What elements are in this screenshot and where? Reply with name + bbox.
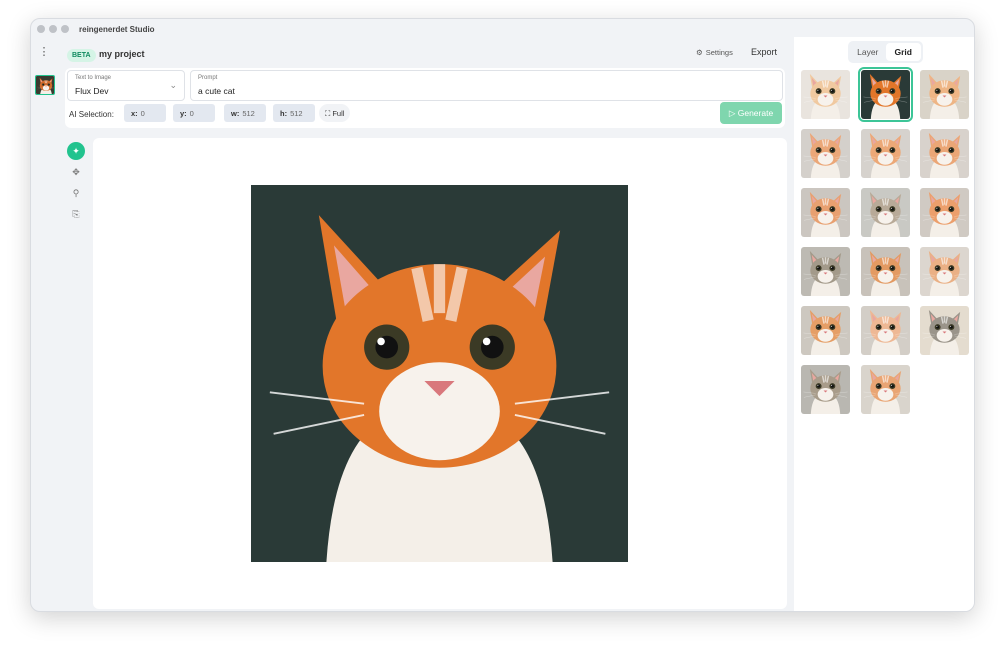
image-grid — [801, 67, 969, 414]
ai-sparkle-tool-icon[interactable]: ✦ — [67, 142, 85, 160]
cat-thumbnail-image — [801, 306, 850, 355]
mode-label: Text to Image — [75, 75, 112, 81]
canvas[interactable] — [93, 138, 787, 609]
tab-layer[interactable]: Layer — [850, 43, 886, 61]
project-name[interactable]: my project — [99, 49, 145, 59]
prompt-value: a cute cat — [198, 86, 235, 96]
cat-thumbnail-image — [860, 365, 910, 414]
cat-thumbnail-image — [920, 306, 969, 355]
beta-badge: BETA — [67, 49, 96, 62]
maximize-window-button[interactable] — [61, 25, 69, 33]
y-value: 0 — [189, 109, 194, 118]
generate-button[interactable]: ▷ Generate — [720, 102, 782, 124]
w-label: w: — [231, 109, 240, 118]
grid-thumbnail[interactable] — [801, 306, 850, 355]
grid-thumbnail[interactable] — [801, 70, 850, 119]
ai-selection-label: AI Selection: — [69, 110, 114, 119]
chevron-down-icon: ⌄ — [169, 80, 177, 90]
prompt-label: Prompt — [198, 75, 218, 81]
app-title: reingenerdet Studio — [79, 24, 155, 34]
tab-grid[interactable]: Grid — [885, 43, 921, 61]
x-value: 0 — [140, 109, 145, 118]
w-value: 512 — [242, 109, 255, 118]
model-select[interactable]: Text to Image Flux Dev ⌄ — [67, 70, 185, 101]
x-input[interactable]: x: 0 — [124, 104, 166, 122]
h-value: 512 — [290, 109, 303, 118]
zoom-tool-icon[interactable]: ⚲ — [67, 184, 85, 202]
cat-thumbnail-image — [920, 129, 969, 178]
title-bar: reingenerdet Studio — [31, 19, 974, 39]
settings-button[interactable]: ⚙ Settings — [696, 48, 733, 57]
close-window-button[interactable] — [37, 25, 45, 33]
x-label: x: — [131, 109, 138, 118]
cat-thumbnail-image — [860, 247, 910, 296]
more-menu-icon[interactable]: ⋮ — [37, 45, 51, 59]
cat-thumbnail-image — [801, 188, 850, 237]
grid-thumbnail[interactable] — [860, 306, 910, 355]
play-icon: ▷ — [728, 108, 736, 118]
cat-thumbnail-image — [801, 70, 850, 119]
full-label: Full — [332, 109, 345, 118]
generation-controls: Text to Image Flux Dev ⌄ Prompt a cute c… — [65, 68, 785, 128]
right-panel: Layer Grid — [794, 37, 974, 611]
grid-thumbnail[interactable] — [801, 365, 850, 414]
grid-thumbnail[interactable] — [801, 247, 850, 296]
layer-thumbnail[interactable] — [35, 75, 55, 95]
grid-thumbnail[interactable] — [920, 306, 969, 355]
prompt-input[interactable]: Prompt a cute cat — [190, 70, 783, 101]
cat-thumbnail-image — [801, 129, 850, 178]
model-value: Flux Dev — [75, 86, 109, 96]
generate-label: Generate — [737, 108, 774, 118]
cat-thumbnail-image — [860, 70, 910, 119]
app-window: reingenerdet Studio ⋮ BETA my project ⚙ S… — [30, 18, 975, 612]
cat-thumbnail-image — [860, 188, 910, 237]
y-input[interactable]: y: 0 — [173, 104, 215, 122]
cat-thumbnail-image — [920, 70, 969, 119]
export-button[interactable]: Export — [751, 47, 777, 57]
grid-thumbnail[interactable] — [920, 70, 969, 119]
cat-thumbnail-image — [801, 365, 850, 414]
grid-thumbnail[interactable] — [801, 188, 850, 237]
cat-thumbnail-image — [920, 247, 969, 296]
grid-thumbnail[interactable] — [860, 129, 910, 178]
fullscreen-icon: ⛶ — [325, 109, 331, 118]
grid-thumbnail[interactable] — [860, 365, 910, 414]
y-label: y: — [180, 109, 187, 118]
full-selection-button[interactable]: ⛶ Full — [319, 104, 351, 122]
grid-thumbnail[interactable] — [801, 129, 850, 178]
move-tool-icon[interactable]: ✥ — [67, 163, 85, 181]
view-toggle: Layer Grid — [848, 41, 923, 63]
grid-thumbnail[interactable] — [857, 67, 913, 122]
cat-thumbnail-image — [860, 129, 910, 178]
cat-thumbnail-image — [920, 188, 969, 237]
cat-thumbnail-image — [860, 306, 910, 355]
minimize-window-button[interactable] — [49, 25, 57, 33]
stamp-tool-icon[interactable]: ⎘ — [67, 205, 85, 223]
grid-thumbnail[interactable] — [860, 188, 910, 237]
tool-rail: ✦ ✥ ⚲ ⎘ — [67, 142, 85, 226]
grid-thumbnail[interactable] — [860, 247, 910, 296]
grid-thumbnail[interactable] — [920, 247, 969, 296]
w-input[interactable]: w: 512 — [224, 104, 266, 122]
cat-thumbnail-image — [801, 247, 850, 296]
generated-cat-image — [251, 185, 628, 562]
h-label: h: — [280, 109, 288, 118]
h-input[interactable]: h: 512 — [273, 104, 315, 122]
grid-thumbnail[interactable] — [920, 129, 969, 178]
grid-thumbnail[interactable] — [920, 188, 969, 237]
gear-icon: ⚙ — [696, 48, 703, 57]
